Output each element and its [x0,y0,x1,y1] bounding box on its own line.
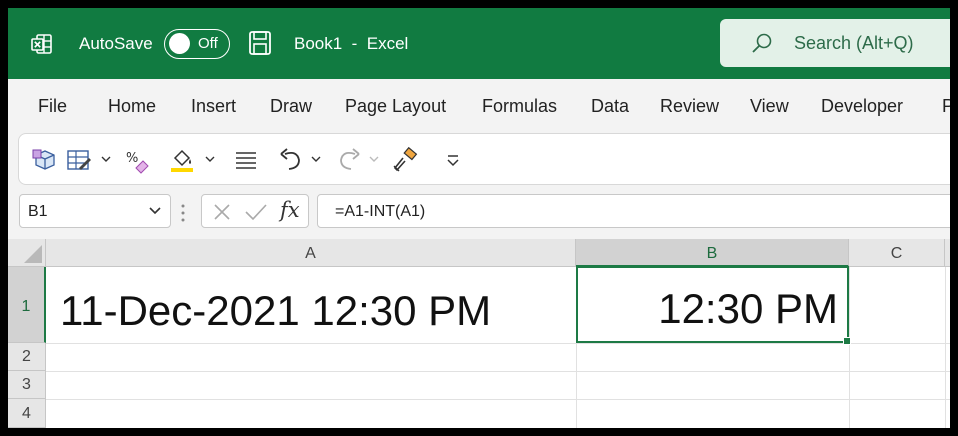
row-header-3[interactable]: 3 [8,371,46,399]
cell-a1[interactable]: 11-Dec-2021 12:30 PM [60,287,491,335]
title-bar: AutoSave Off Book1 - Excel Search (Alt+Q… [8,8,950,79]
gridline [46,371,950,372]
menu-bar: File Home Insert Draw Page Layout Formul… [8,79,950,131]
formula-input[interactable]: =A1-INT(A1) [317,194,950,228]
tab-file[interactable]: File [38,96,67,117]
row-header-2[interactable]: 2 [8,343,46,371]
excel-logo-icon [31,34,52,54]
column-header-b[interactable]: B [576,239,849,267]
search-box[interactable]: Search (Alt+Q) [720,19,950,67]
spreadsheet-grid: A B C 1 2 3 4 11-Dec-2021 12:30 PM 12:30… [8,239,950,428]
tab-developer[interactable]: Developer [821,96,903,117]
fill-color-icon[interactable] [169,146,197,174]
ribbon-area: % [8,131,950,191]
insert-function-button[interactable]: fx [280,198,300,222]
toggle-knob [169,33,190,54]
tab-draw[interactable]: Draw [270,96,312,117]
excel-window: AutoSave Off Book1 - Excel Search (Alt+Q… [8,8,950,428]
row-header-4[interactable]: 4 [8,399,46,428]
tab-formulas[interactable]: Formulas [482,96,557,117]
tab-data[interactable]: Data [591,96,629,117]
cancel-icon[interactable] [212,202,232,222]
fill-handle[interactable] [843,337,851,345]
name-box[interactable]: B1 [19,194,171,228]
tab-home[interactable]: Home [108,96,156,117]
selection-outline [576,266,849,343]
gridline [46,343,950,344]
autosave-toggle[interactable]: Off [164,29,230,59]
svg-text:%: % [126,151,138,166]
formula-actions: fx [201,194,309,228]
formula-bar: B1 fx =A1-INT(A1) [8,191,950,239]
select-all-corner[interactable] [8,239,46,267]
gridline [46,399,950,400]
3d-cube-icon[interactable] [31,146,59,174]
tab-page-layout[interactable]: Page Layout [345,96,446,117]
autosave-state: Off [198,35,218,52]
tab-truncated[interactable]: P [942,96,950,117]
percent-style-icon[interactable]: % [123,146,151,174]
gridline [945,267,946,428]
search-icon [752,33,772,53]
chevron-down-icon[interactable] [311,154,321,164]
column-header-c[interactable]: C [849,239,945,267]
column-header-d[interactable] [945,239,950,267]
autosave-label: AutoSave [79,34,153,53]
column-header-a[interactable]: A [46,239,576,267]
undo-icon[interactable] [277,146,305,174]
align-icon[interactable] [232,146,260,174]
gridline [849,267,850,428]
search-placeholder: Search (Alt+Q) [794,33,914,53]
drag-handle-icon[interactable] [180,202,186,224]
chevron-down-icon[interactable] [101,154,111,164]
name-box-value: B1 [28,203,48,220]
row-header-1[interactable]: 1 [8,267,46,343]
format-table-icon[interactable] [65,146,93,174]
tab-review[interactable]: Review [660,96,719,117]
format-painter-icon[interactable] [391,146,419,174]
tab-insert[interactable]: Insert [191,96,236,117]
quick-toolbar: % [18,133,950,185]
redo-icon[interactable] [335,146,363,174]
document-title: Book1 - Excel [294,34,409,53]
customize-toolbar-icon[interactable] [439,146,467,174]
chevron-down-icon[interactable] [369,154,379,164]
save-icon[interactable] [248,30,272,56]
tab-view[interactable]: View [750,96,789,117]
formula-text: =A1-INT(A1) [335,203,426,220]
chevron-down-icon[interactable] [148,206,162,216]
chevron-down-icon[interactable] [205,154,215,164]
enter-check-icon[interactable] [244,202,268,222]
